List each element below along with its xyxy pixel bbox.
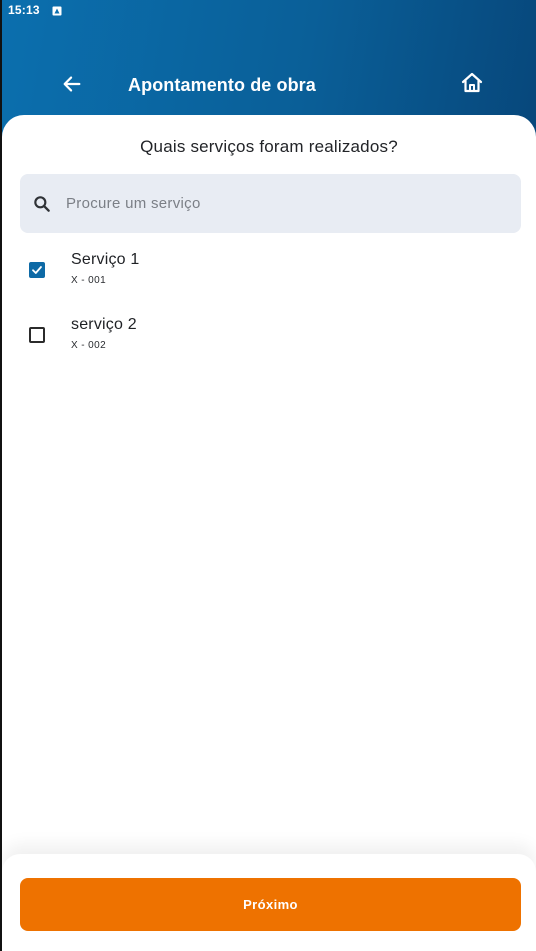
notification-app-icon [52, 5, 62, 16]
service-name: Serviço 1 [71, 251, 140, 268]
service-code: X - 001 [71, 275, 107, 286]
app-bar: Apontamento de obra [2, 60, 536, 110]
search-icon [32, 194, 52, 214]
service-checkbox-unchecked[interactable] [29, 327, 45, 343]
back-button[interactable] [58, 72, 86, 100]
checkmark-icon [32, 266, 42, 274]
next-button[interactable]: Próximo [20, 878, 521, 931]
content-sheet: Quais serviços foram realizados? Serviço… [2, 115, 536, 951]
home-button[interactable] [457, 70, 487, 100]
list-item[interactable]: Serviço 1 X - 001 [2, 243, 536, 308]
service-list: Serviço 1 X - 001 serviço 2 X - 002 [2, 243, 536, 373]
status-time: 15:13 [8, 3, 40, 17]
page-title: Apontamento de obra [128, 75, 316, 95]
service-checkbox-checked[interactable] [29, 262, 45, 278]
service-name: serviço 2 [71, 316, 137, 333]
search-input[interactable] [64, 194, 488, 213]
question-heading: Quais serviços foram realizados? [140, 137, 398, 156]
app-screen: 15:13 Apontamento de obra Quais serviços… [0, 0, 536, 951]
arrow-left-icon [61, 73, 83, 100]
service-code: X - 002 [71, 340, 107, 351]
home-icon [460, 71, 484, 100]
status-bar: 15:13 [2, 0, 536, 20]
search-box[interactable] [20, 174, 521, 233]
list-item[interactable]: serviço 2 X - 002 [2, 308, 536, 373]
footer-bar: Próximo [2, 854, 536, 951]
